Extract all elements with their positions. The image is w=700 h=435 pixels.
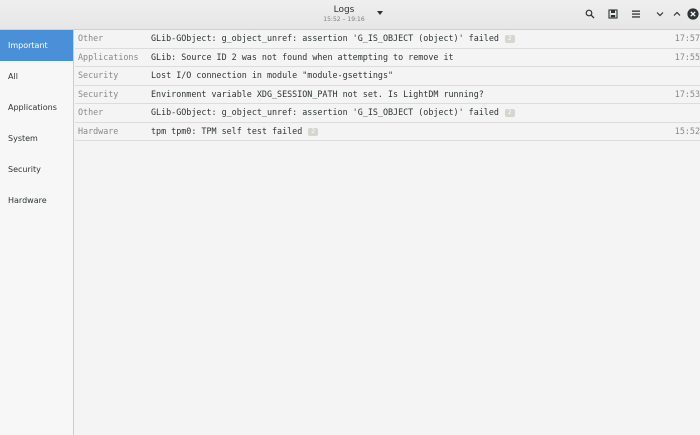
log-category: Hardware <box>78 125 119 136</box>
log-category: Other <box>78 107 104 117</box>
repeat-count-badge: 2 <box>504 109 515 117</box>
log-time: 15:52 <box>674 125 700 136</box>
sidebar-item-applications[interactable]: Applications <box>0 92 73 123</box>
log-time: 17:55 <box>674 51 700 62</box>
save-icon[interactable] <box>606 7 620 21</box>
log-category: Applications <box>78 51 139 62</box>
log-message-wrap: tpm tpm0: TPM self test failed 2 <box>151 123 318 141</box>
log-message: Lost I/O connection in module "module-gs… <box>151 70 394 80</box>
repeat-count-badge: 2 <box>504 35 515 43</box>
log-time: 17:53 <box>674 88 700 99</box>
header-bar: Logs 15:52 – 19:16 <box>0 0 700 30</box>
log-row[interactable]: Applications GLib: Source ID 2 was not f… <box>75 49 700 67</box>
log-list: Other GLib-GObject: g_object_unref: asse… <box>75 30 700 435</box>
sidebar-item-hardware[interactable]: Hardware <box>0 185 73 216</box>
log-message: GLib-GObject: g_object_unref: assertion … <box>151 33 499 43</box>
sidebar-item-all[interactable]: All <box>0 61 73 92</box>
log-message: Environment variable XDG_SESSION_PATH no… <box>151 88 484 99</box>
maximize-chevron-up-icon[interactable] <box>670 7 684 21</box>
log-time: 17:57 <box>674 33 700 43</box>
log-message: tpm tpm0: TPM self test failed <box>151 125 303 136</box>
log-message-wrap: Lost I/O connection in module "module-gs… <box>151 67 393 85</box>
repeat-count-badge: 2 <box>308 127 318 136</box>
log-message-wrap: GLib: Source ID 2 was not found when att… <box>151 49 454 67</box>
sidebar-item-important[interactable]: Important <box>0 30 73 61</box>
sidebar-item-security[interactable]: Security <box>0 154 73 185</box>
log-row[interactable]: Other GLib-GObject: g_object_unref: asse… <box>75 30 700 49</box>
log-category: Security <box>78 70 119 80</box>
hamburger-menu-icon[interactable] <box>629 7 643 21</box>
log-category: Security <box>78 88 119 99</box>
minimize-chevron-down-icon[interactable] <box>653 7 667 21</box>
log-row[interactable]: Security Lost I/O connection in module "… <box>75 67 700 86</box>
log-message: GLib-GObject: g_object_unref: assertion … <box>151 107 499 117</box>
log-row[interactable]: Other GLib-GObject: g_object_unref: asse… <box>75 104 700 123</box>
sidebar: Important All Applications System Securi… <box>0 30 74 435</box>
log-message: GLib: Source ID 2 was not found when att… <box>151 51 454 62</box>
log-category: Other <box>78 33 104 43</box>
log-message-wrap: GLib-GObject: g_object_unref: assertion … <box>151 30 515 48</box>
log-message-wrap: Environment variable XDG_SESSION_PATH no… <box>151 86 484 104</box>
log-row[interactable]: Hardware tpm tpm0: TPM self test failed 2… <box>75 123 700 141</box>
search-icon[interactable] <box>583 7 597 21</box>
log-row[interactable]: Security Environment variable XDG_SESSIO… <box>75 86 700 104</box>
chevron-down-icon[interactable] <box>377 11 383 15</box>
log-message-wrap: GLib-GObject: g_object_unref: assertion … <box>151 104 515 122</box>
sidebar-item-system[interactable]: System <box>0 123 73 154</box>
close-icon[interactable] <box>686 7 700 21</box>
